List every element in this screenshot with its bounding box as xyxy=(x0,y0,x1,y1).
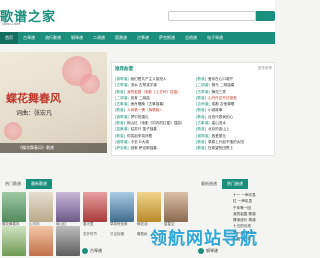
watermark-text: 领航网站导航 xyxy=(150,229,258,249)
search-button[interactable] xyxy=(256,11,275,21)
nav-item-guzheng[interactable]: 古筝谱 xyxy=(132,32,154,44)
site-logo-sub: Jianpu.Net xyxy=(2,22,21,26)
thumbnail-label[interactable]: 橄榄树 xyxy=(137,232,148,237)
nav-item-erhu[interactable]: 二胡谱 xyxy=(88,32,110,44)
section-label-guqin[interactable]: 古琴谱 xyxy=(90,244,102,258)
recommend-panel: 推荐曲谱 更多推荐 [钢琴谱] 我们是共产主义接班人 [古琴谱] 流水 古琴减字谱 … xyxy=(111,62,275,156)
list-item[interactable]: [萨克斯] 回家 萨克斯独奏 xyxy=(115,145,193,151)
banner-subtitle: 词曲：张宏凡 xyxy=(16,110,53,117)
search-input[interactable] xyxy=(168,11,256,21)
thumbnail[interactable] xyxy=(56,192,80,222)
nav-item-guitar[interactable]: 吉他谱 xyxy=(180,32,202,44)
thumbnail[interactable] xyxy=(29,226,53,256)
thumbnail-label[interactable]: 山沟沟 xyxy=(29,222,40,227)
thumbnail[interactable] xyxy=(2,226,26,256)
guqin-icon xyxy=(82,248,88,254)
site-header: 歌谱之家 Jianpu.Net xyxy=(0,0,275,32)
left-tabs: 热门歌谱 最新歌谱 xyxy=(0,179,52,189)
piano-icon xyxy=(198,248,204,254)
flower-decoration xyxy=(4,122,22,140)
thumbnail-label[interactable]: 又见炊烟 xyxy=(110,232,124,237)
thumbnail[interactable] xyxy=(29,192,53,222)
thumbnail[interactable] xyxy=(137,192,161,222)
panel-title: 推荐曲谱 xyxy=(115,67,133,72)
nav-item-pop[interactable]: 流行歌谱 xyxy=(40,32,66,44)
thumbnail[interactable] xyxy=(56,226,80,256)
thumbnail-label[interactable]: 映山红 xyxy=(56,222,67,227)
banner-title: 蝶花舞春风 xyxy=(6,92,61,105)
list-item[interactable]: [歌谱] 在希望的田野上 xyxy=(196,145,274,151)
thumbnail[interactable] xyxy=(110,192,134,222)
thumbnail-label[interactable]: 春天里 xyxy=(83,222,94,227)
banner-caption[interactable]: 《蝶花舞春风》歌谱 xyxy=(0,143,107,153)
featured-banner[interactable]: 蝶花舞春风 词曲：张宏凡 《蝶花舞春风》歌谱 xyxy=(0,52,107,153)
nav-item-sax[interactable]: 萨克斯谱 xyxy=(154,32,180,44)
tab-hot-songs[interactable]: 热门歌谱 xyxy=(0,179,26,189)
main-nav: 首页 古琴谱 流行歌谱 钢琴谱 二胡谱 笛箫谱 古筝谱 萨克斯谱 吉他谱 电子琴… xyxy=(0,32,275,44)
section-label-piano[interactable]: 钢琴谱 xyxy=(206,244,218,258)
more-link[interactable]: 更多推荐 xyxy=(258,66,272,71)
recommend-list-left: [钢琴谱] 我们是共产主义接班人 [古琴谱] 流水 古琴减字谱 [歌谱] 我的祖国（电… xyxy=(115,76,193,152)
tab-new-scores[interactable]: 最新曲谱 xyxy=(196,179,222,189)
nav-item-piano[interactable]: 钢琴谱 xyxy=(66,32,88,44)
thumbnail-label[interactable]: 蝶花舞春风 xyxy=(2,222,20,227)
thumbnail-label[interactable]: 花开时节 xyxy=(83,232,97,237)
flower-decoration xyxy=(80,74,100,94)
nav-item-home[interactable]: 首页 xyxy=(0,32,18,44)
thumbnail[interactable] xyxy=(2,192,26,222)
thumbnail[interactable] xyxy=(83,192,107,222)
tab-hot-scores[interactable]: 热门曲谱 xyxy=(222,179,248,189)
thumbnail-label[interactable]: 梅花泪 xyxy=(137,222,148,227)
thumbnail[interactable] xyxy=(164,192,188,222)
tab-new-songs[interactable]: 最新歌谱 xyxy=(26,179,52,189)
right-tabs: 最新曲谱 热门曲谱 xyxy=(196,179,248,189)
nav-item-dixiao[interactable]: 笛箫谱 xyxy=(110,32,132,44)
thumbnail-label[interactable]: 草原夜色美 xyxy=(110,222,128,227)
recommend-list-right: [歌谱] 爱你在心口难开 [二胡谱] 赛马 二胡独奏 [古琴谱] 梅花三弄 [歌谱] 山… xyxy=(196,76,274,152)
nav-item-guqin[interactable]: 古琴谱 xyxy=(18,32,40,44)
nav-item-keyboard[interactable]: 电子琴谱 xyxy=(202,32,228,44)
